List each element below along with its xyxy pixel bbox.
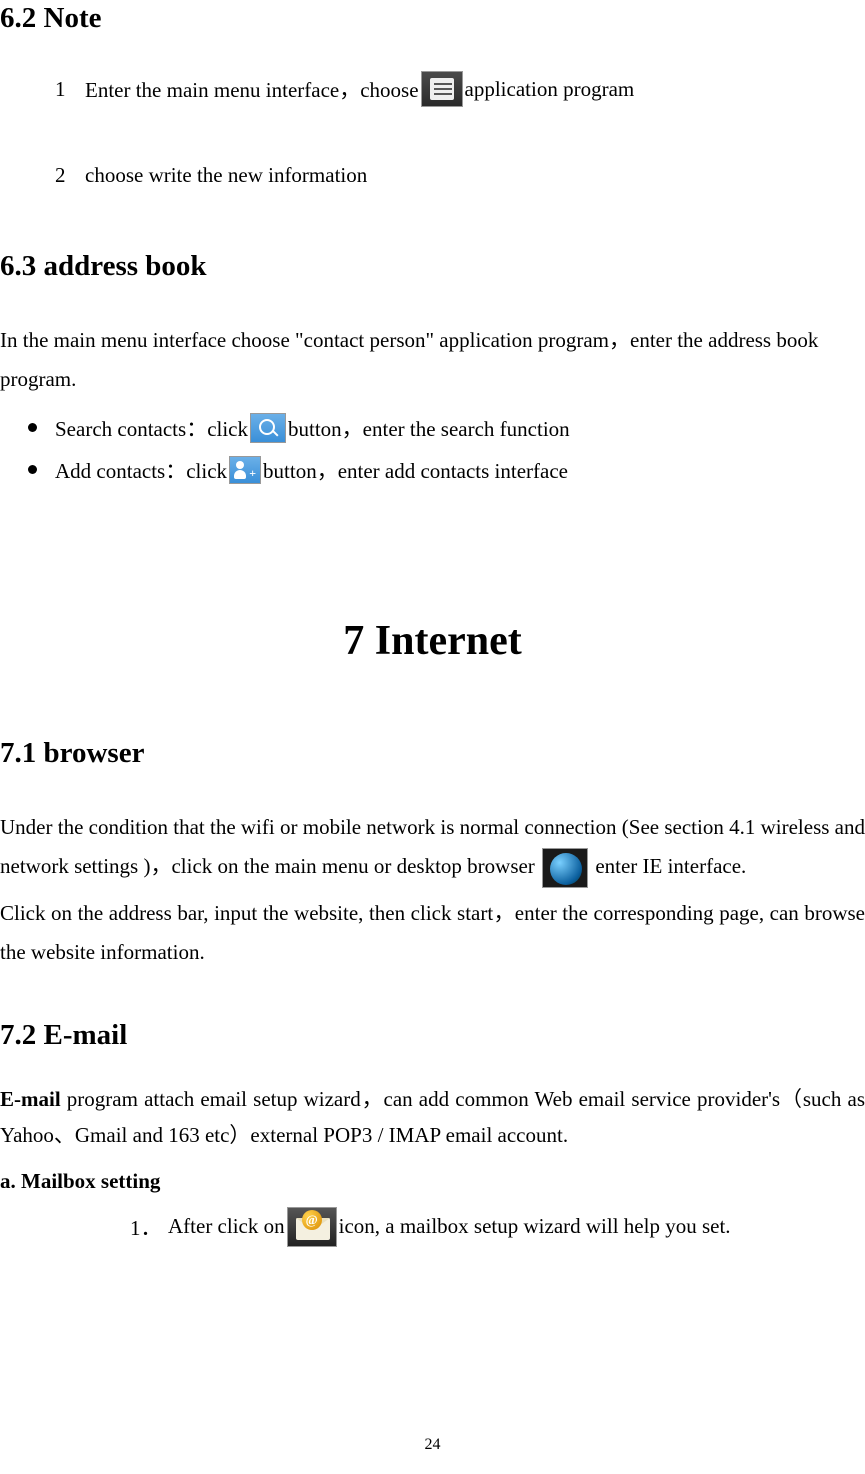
step-number: 1 xyxy=(55,77,85,102)
browser-icon xyxy=(542,848,588,888)
bullet-icon xyxy=(28,465,37,474)
bullet-text-post: button，enter the search function xyxy=(288,413,570,443)
note-steps-list: 1 Enter the main menu interface，choose a… xyxy=(0,71,865,188)
heading-7-2-email: 7.2 E-mail xyxy=(0,1017,865,1052)
address-book-bullets: Search contacts：click button，enter the s… xyxy=(0,413,865,485)
mailbox-setting-heading: a. Mailbox setting xyxy=(0,1162,865,1201)
heading-7-1-browser: 7.1 browser xyxy=(0,735,865,770)
step-text-pre: After click on xyxy=(168,1214,285,1239)
address-book-intro: In the main menu interface choose "conta… xyxy=(0,321,865,399)
email-paragraph: E-mail program attach email setup wizard… xyxy=(0,1082,865,1153)
heading-6-3-address-book: 6.3 address book xyxy=(0,248,865,283)
browser-paragraph-1: Under the condition that the wifi or mob… xyxy=(0,808,865,888)
page-number: 24 xyxy=(0,1436,865,1454)
bullet-search-contacts: Search contacts：click button，enter the s… xyxy=(28,413,865,443)
bullet-add-contacts: Add contacts：click + button，enter add co… xyxy=(28,455,865,485)
mailbox-steps: 1． After click on @ icon, a mailbox setu… xyxy=(0,1207,865,1247)
bullet-text-pre: Search contacts：click xyxy=(55,413,248,443)
email-app-icon: @ xyxy=(287,1207,337,1247)
heading-6-2-note: 6.2 Note xyxy=(0,0,865,35)
note-step-1: 1 Enter the main menu interface，choose a… xyxy=(55,71,865,107)
heading-7-internet: 7 Internet xyxy=(0,497,865,665)
search-icon xyxy=(250,413,286,443)
browser-text-post: enter IE interface. xyxy=(595,854,746,878)
note-step-2: 2 choose write the new information xyxy=(55,163,865,188)
bullet-text-pre: Add contacts：click xyxy=(55,455,227,485)
step-text-post: icon, a mailbox setup wizard will help y… xyxy=(339,1214,731,1239)
browser-paragraph-2: Click on the address bar, input the webs… xyxy=(0,894,865,972)
email-lead-word: E-mail xyxy=(0,1087,61,1111)
bullet-text-post: button，enter add contacts interface xyxy=(263,455,568,485)
step-number: 1． xyxy=(130,1212,168,1242)
mailbox-step-1: 1． After click on @ icon, a mailbox setu… xyxy=(130,1207,865,1247)
step-number: 2 xyxy=(55,163,85,188)
bullet-icon xyxy=(28,423,37,432)
step-text-pre: Enter the main menu interface，choose xyxy=(85,74,419,104)
document-page: 6.2 Note 1 Enter the main menu interface… xyxy=(0,0,865,1474)
note-app-icon xyxy=(421,71,463,107)
step-text: choose write the new information xyxy=(85,163,367,188)
step-text-post: application program xyxy=(465,77,635,102)
email-rest-text: program attach email setup wizard，can ad… xyxy=(0,1087,865,1147)
add-contact-icon: + xyxy=(229,456,261,484)
